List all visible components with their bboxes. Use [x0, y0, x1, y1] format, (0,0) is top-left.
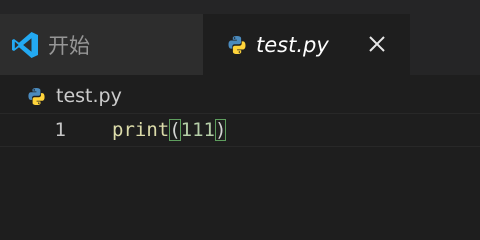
code-line[interactable]: 1 print(111) [0, 113, 480, 147]
line-number: 1 [54, 119, 66, 141]
code-editor: 开始 test.py test.py 1 print (111) [0, 0, 480, 216]
code-function-token: print [112, 119, 170, 141]
open-paren-token: ( [169, 119, 181, 141]
code-text[interactable]: print(111) [112, 119, 227, 141]
tab-welcome-label: 开始 [48, 33, 90, 58]
number-literal-token: 111 [180, 119, 215, 141]
tab-bar: 开始 test.py [0, 0, 480, 75]
tab-test-py-label: test.py [256, 32, 329, 57]
breadcrumb: test.py [27, 83, 122, 109]
breadcrumb-file-label[interactable]: test.py [56, 85, 122, 107]
vscode-logo-icon [12, 31, 38, 58]
python-icon [28, 87, 45, 105]
tab-welcome[interactable]: 开始 [0, 14, 203, 75]
close-paren-token: ) [214, 119, 227, 141]
tab-test-py[interactable]: test.py [203, 14, 410, 75]
close-icon[interactable] [366, 33, 388, 55]
python-icon [228, 35, 246, 54]
